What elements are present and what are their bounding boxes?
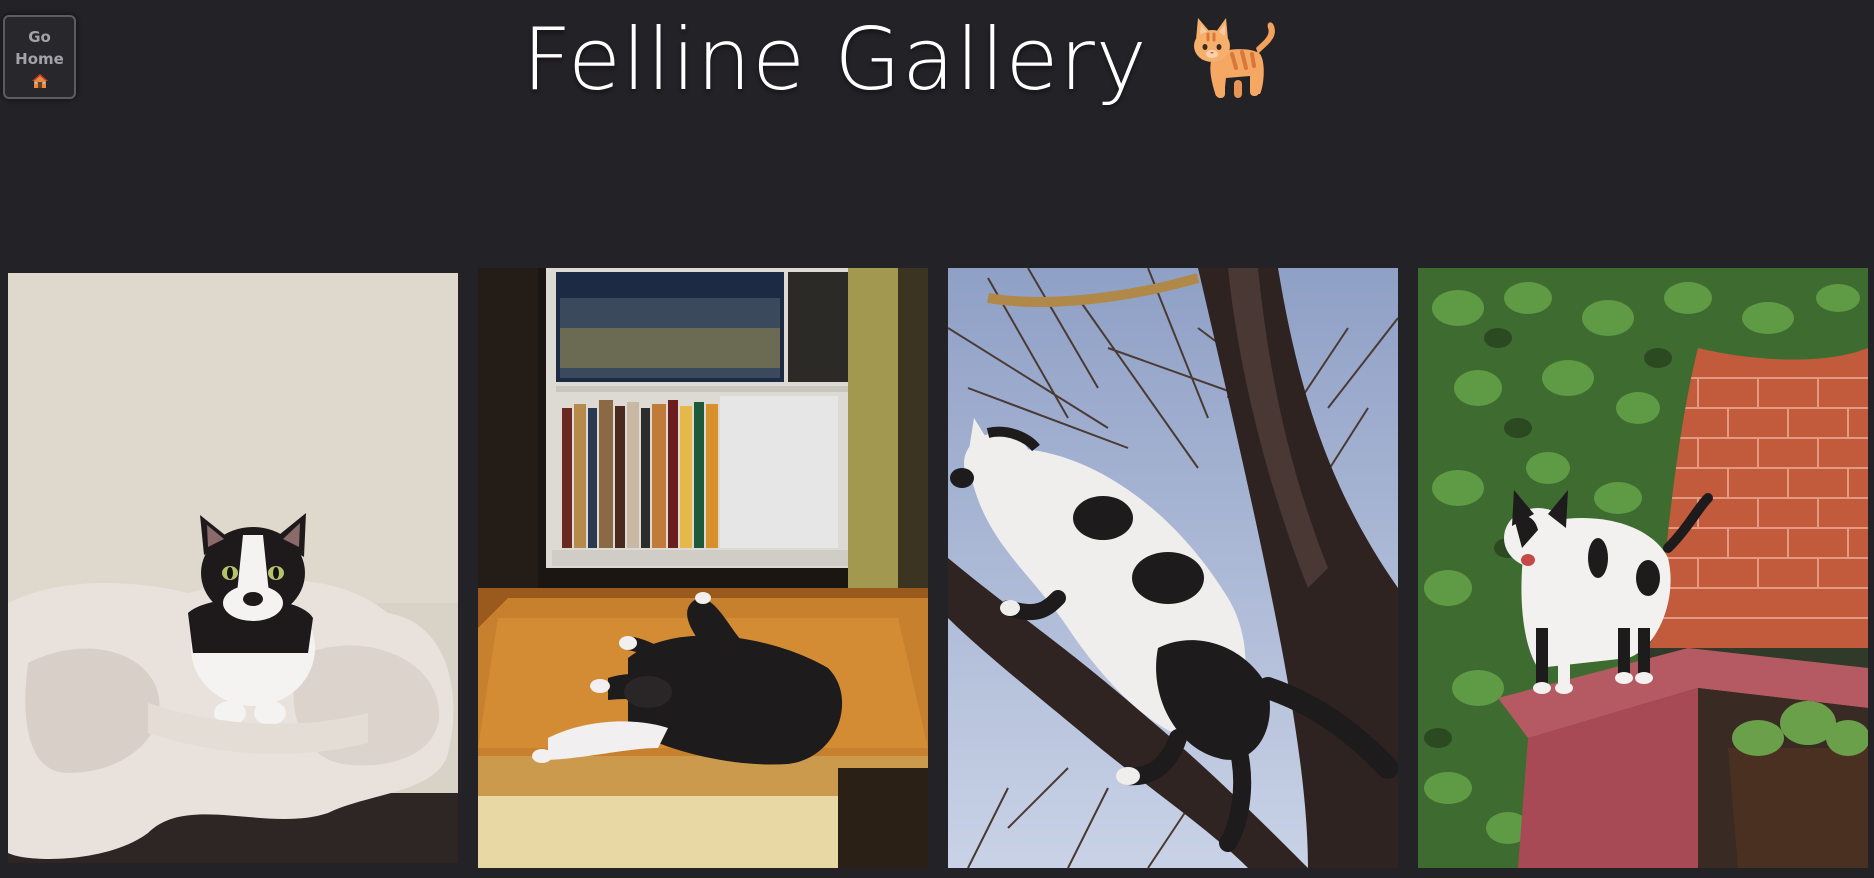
cat-photo-1[interactable] [8, 273, 458, 863]
cat-icon [1193, 18, 1275, 98]
cat-photo-3[interactable] [948, 268, 1398, 868]
page: Go Home Felline Gallery [0, 0, 1874, 878]
cat-photo-4[interactable] [1418, 268, 1868, 868]
photo-gallery [8, 268, 1868, 868]
page-title: Felline Gallery [522, 10, 1148, 110]
cat-photo-2[interactable] [478, 268, 928, 868]
page-header: Felline Gallery [0, 0, 1874, 120]
